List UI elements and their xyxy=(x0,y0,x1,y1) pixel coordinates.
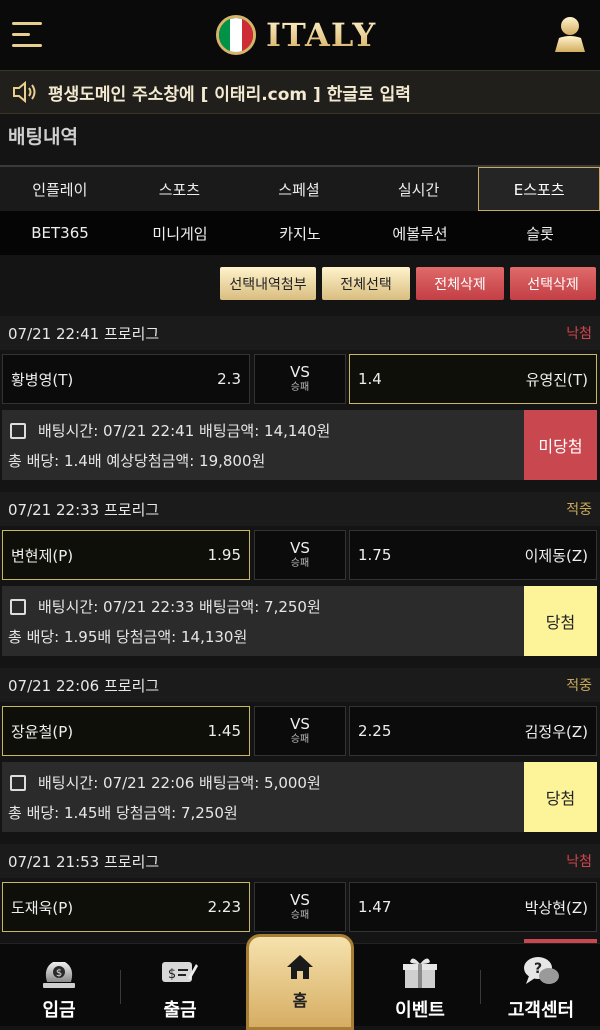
tab-sports[interactable]: 스포츠 xyxy=(120,167,240,211)
status-badge: 적중 xyxy=(566,678,592,694)
home-odds-value: 1.45 xyxy=(207,722,241,740)
bet-time-amount: 배팅시간: 07/21 22:06 배팅금액: 5,000원 xyxy=(38,774,321,792)
home-team: 황병영(T) xyxy=(11,370,74,389)
money-card-icon: $ xyxy=(162,962,198,982)
tab-minigame[interactable]: 미니게임 xyxy=(120,211,240,255)
hamburger-menu-icon[interactable] xyxy=(12,20,44,50)
away-odds[interactable]: 1.4 유영진(T) xyxy=(349,354,597,404)
status-badge: 적중 xyxy=(566,502,592,518)
away-team: 이제동(Z) xyxy=(524,546,588,565)
tab-inplay[interactable]: 인플레이 xyxy=(0,167,120,211)
bet-checkbox[interactable] xyxy=(10,598,26,615)
home-odds[interactable]: 변현제(P) 1.95 xyxy=(2,530,250,580)
bet-time-amount: 배팅시간: 07/21 22:33 배팅금액: 7,250원 xyxy=(38,598,321,616)
status-badge: 낙첨 xyxy=(566,326,592,342)
bet-card: 07/21 22:33 프로리그 적중 변현제(P) 1.95 VS 승패 1.… xyxy=(0,492,600,658)
bet-date: 07/21 22:06 프로리그 xyxy=(8,676,160,695)
away-team: 김정우(Z) xyxy=(524,722,588,741)
home-odds-value: 1.95 xyxy=(207,546,241,564)
home-team: 장윤철(P) xyxy=(11,722,74,741)
home-odds[interactable]: 장윤철(P) 1.45 xyxy=(2,706,250,756)
result-badge: 미당첨 xyxy=(524,410,597,480)
user-icon[interactable] xyxy=(552,16,588,54)
away-odds-value: 2.25 xyxy=(358,722,392,740)
result-badge: 당첨 xyxy=(524,762,597,832)
away-odds[interactable]: 1.47 박상현(Z) xyxy=(349,882,597,932)
tab-esports[interactable]: E스포츠 xyxy=(478,167,600,211)
bet-card: 07/21 22:06 프로리그 적중 장윤철(P) 1.45 VS 승패 2.… xyxy=(0,668,600,834)
bottom-nav: $ 입금 $ 출금 홈 이벤트 ? 고객센터 xyxy=(0,934,600,1030)
nav-home-label: 홈 xyxy=(292,991,308,1010)
tab-realtime[interactable]: 실시간 xyxy=(359,167,479,211)
nav-withdraw-label: 출금 xyxy=(163,1000,197,1021)
page-title: 배팅내역 xyxy=(8,126,78,148)
home-odds-value: 2.3 xyxy=(217,370,241,388)
home-team: 도재욱(P) xyxy=(11,898,74,917)
away-team: 박상현(Z) xyxy=(524,898,588,917)
category-tabs: 인플레이 스포츠 스페셜 실시간 E스포츠 BET365 미니게임 카지노 에볼… xyxy=(0,165,600,255)
nav-support-label: 고객센터 xyxy=(507,1000,575,1021)
svg-text:?: ? xyxy=(534,961,542,977)
away-odds[interactable]: 2.25 김정우(Z) xyxy=(349,706,597,756)
bet-date: 07/21 21:53 프로리그 xyxy=(8,852,160,871)
bet-card: 07/21 22:41 프로리그 낙첨 황병영(T) 2.3 VS 승패 1.4… xyxy=(0,316,600,482)
nav-home[interactable]: 홈 xyxy=(246,934,354,1030)
bet-checkbox[interactable] xyxy=(10,422,26,439)
notice-bar: 평생도메인 주소창에 [ 이태리.com ] 한글로 입력 xyxy=(0,70,600,114)
italy-flag-icon xyxy=(216,15,256,55)
away-team: 유영진(T) xyxy=(525,370,588,389)
svg-text:$: $ xyxy=(56,968,62,979)
away-odds-value: 1.4 xyxy=(358,370,382,388)
away-odds-value: 1.47 xyxy=(358,898,392,916)
bet-card: 07/21 21:53 프로리그 낙첨 도재욱(P) 2.23 VS 승패 1.… xyxy=(0,844,600,932)
away-odds[interactable]: 1.75 이제동(Z) xyxy=(349,530,597,580)
nav-withdraw[interactable]: $ 출금 xyxy=(125,944,235,1026)
vs-cell: VS 승패 xyxy=(254,354,346,404)
logo-text: ITALY xyxy=(266,16,377,54)
tab-casino[interactable]: 카지노 xyxy=(240,211,360,255)
home-odds[interactable]: 황병영(T) 2.3 xyxy=(2,354,250,404)
select-all-button[interactable]: 전체선택 xyxy=(322,267,410,300)
nav-deposit-label: 입금 xyxy=(42,1000,76,1021)
away-odds-value: 1.75 xyxy=(358,546,392,564)
home-odds[interactable]: 도재욱(P) 2.23 xyxy=(2,882,250,932)
home-odds-value: 2.23 xyxy=(207,898,241,916)
bet-checkbox[interactable] xyxy=(10,774,26,791)
home-icon xyxy=(287,955,313,979)
bet-odds-payout: 총 배당: 1.95배 당첨금액: 14,130원 xyxy=(8,628,248,646)
action-buttons: 선택내역첨부 전체선택 전체삭제 선택삭제 xyxy=(220,267,596,300)
status-badge: 낙첨 xyxy=(566,854,592,870)
nav-event-label: 이벤트 xyxy=(395,1000,445,1021)
result-badge: 당첨 xyxy=(524,586,597,656)
vs-cell: VS 승패 xyxy=(254,882,346,932)
chat-question-icon: ? xyxy=(524,957,559,984)
tab-slot[interactable]: 슬롯 xyxy=(480,211,600,255)
nav-event[interactable]: 이벤트 xyxy=(365,944,475,1026)
money-bag-icon: $ xyxy=(43,962,75,988)
nav-support[interactable]: ? 고객센터 xyxy=(486,944,596,1026)
tab-special[interactable]: 스페셜 xyxy=(239,167,359,211)
svg-text:$: $ xyxy=(168,967,176,982)
notice-text: 평생도메인 주소창에 [ 이태리.com ] 한글로 입력 xyxy=(48,84,411,105)
bet-odds-payout: 총 배당: 1.45배 당첨금액: 7,250원 xyxy=(8,804,238,822)
bet-time-amount: 배팅시간: 07/21 22:41 배팅금액: 14,140원 xyxy=(38,422,331,440)
speaker-icon xyxy=(13,80,36,104)
vs-cell: VS 승패 xyxy=(254,530,346,580)
home-team: 변현제(P) xyxy=(11,546,74,565)
tab-bet365[interactable]: BET365 xyxy=(0,211,120,255)
tab-evolution[interactable]: 에볼루션 xyxy=(360,211,480,255)
logo[interactable]: ITALY xyxy=(216,12,376,58)
delete-all-button[interactable]: 전체삭제 xyxy=(416,267,504,300)
top-bar: ITALY xyxy=(0,0,600,70)
bet-odds-payout: 총 배당: 1.4배 예상당첨금액: 19,800원 xyxy=(8,452,266,470)
delete-selected-button[interactable]: 선택삭제 xyxy=(510,267,596,300)
bet-date: 07/21 22:41 프로리그 xyxy=(8,324,160,343)
vs-cell: VS 승패 xyxy=(254,706,346,756)
gift-icon xyxy=(403,958,437,988)
bet-date: 07/21 22:33 프로리그 xyxy=(8,500,160,519)
attach-selected-button[interactable]: 선택내역첨부 xyxy=(220,267,316,300)
nav-deposit[interactable]: $ 입금 xyxy=(4,944,114,1026)
